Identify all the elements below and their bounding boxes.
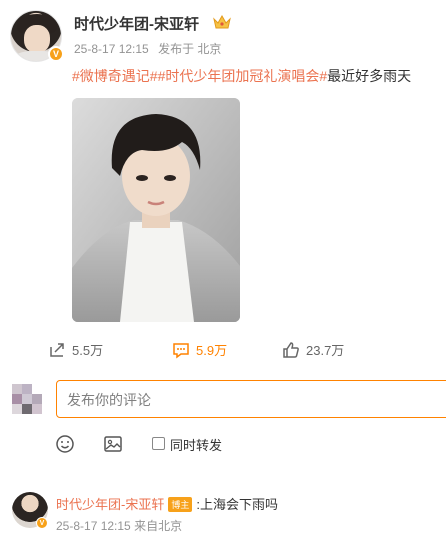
author-badge: 博主	[168, 497, 193, 512]
topic-link-2[interactable]: #时代少年团加冠礼演唱会#	[158, 68, 328, 84]
comment-button[interactable]: 5.9万	[172, 340, 227, 359]
comment-source: 来自北京	[134, 519, 183, 533]
comment-icon	[173, 342, 189, 358]
verified-badge: V	[48, 46, 64, 62]
emoji-icon[interactable]	[55, 434, 75, 454]
thumbs-up-icon	[283, 341, 299, 358]
post-time[interactable]: 25-8-17 12:15	[74, 42, 149, 56]
repost-count: 5.5万	[72, 343, 104, 358]
post-photo[interactable]	[72, 98, 240, 322]
comment-item: V 时代少年团-宋亚轩 博主:上海会下雨吗 25-8-17 12:15 来自北京	[0, 484, 446, 539]
comment-time: 25-8-17 12:15	[56, 519, 131, 533]
comment-count: 5.9万	[196, 343, 228, 358]
author-name[interactable]: 时代少年团-宋亚轩	[74, 13, 199, 34]
current-user-avatar	[12, 384, 42, 414]
comment-line: 时代少年团-宋亚轩 博主:上海会下雨吗	[56, 494, 278, 513]
action-bar: 5.5万 5.9万 23.7万	[0, 336, 446, 364]
post-header: V 时代少年团-宋亚轩 25-8-17 12:15 发布于 北京	[10, 10, 430, 66]
commenter-verified-badge: V	[36, 517, 48, 529]
repost-icon	[50, 342, 64, 357]
crown-icon	[213, 14, 231, 29]
image-icon[interactable]	[103, 434, 123, 454]
like-button[interactable]: 23.7万	[282, 340, 344, 359]
repost-button[interactable]: 5.5万	[48, 340, 103, 359]
comment-input[interactable]: 发布你的评论	[56, 380, 446, 418]
like-count: 23.7万	[306, 343, 345, 358]
comment-composer: 发布你的评论 同时转发	[0, 374, 446, 474]
topic-link-1[interactable]: #微博奇遇记#	[72, 68, 158, 84]
post-source: 发布于 北京	[158, 42, 222, 56]
repost-checkbox[interactable]	[152, 437, 165, 450]
post-body: 最近好多雨天	[327, 68, 412, 84]
comment-text: :上海会下雨吗	[196, 497, 278, 512]
commenter-name[interactable]: 时代少年团-宋亚轩	[56, 497, 164, 512]
repost-checkbox-label[interactable]: 同时转发	[170, 435, 222, 454]
comment-meta: 25-8-17 12:15 来自北京	[56, 517, 182, 534]
portrait-image	[72, 98, 240, 322]
post-meta: 25-8-17 12:15 发布于 北京	[74, 40, 227, 57]
post-text: #微博奇遇记##时代少年团加冠礼演唱会#最近好多雨天	[72, 66, 411, 86]
